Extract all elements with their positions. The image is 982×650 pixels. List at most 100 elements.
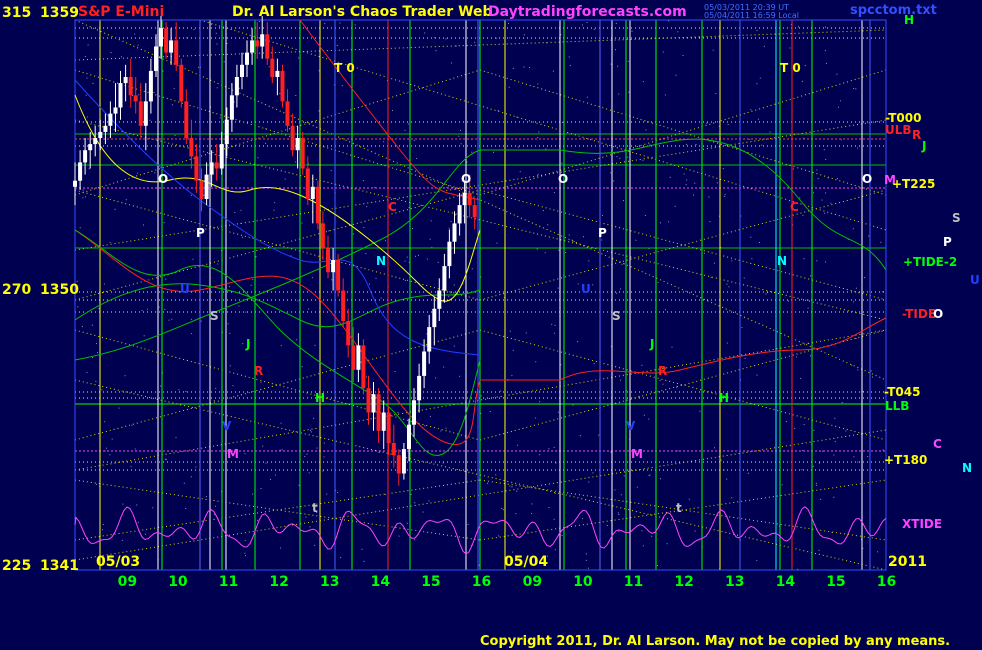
star-dot — [339, 22, 341, 24]
star-dot — [642, 159, 644, 161]
star-dot — [416, 158, 418, 159]
star-dot — [716, 182, 718, 184]
star-dot — [880, 241, 882, 243]
star-dot — [162, 70, 164, 72]
star-dot — [649, 474, 651, 476]
star-dot — [331, 279, 333, 281]
label-j-day1: J — [245, 337, 250, 351]
candle-body — [310, 186, 315, 199]
star-dot — [561, 535, 563, 537]
star-dot — [853, 301, 855, 303]
star-dot — [642, 81, 644, 83]
label-c-day1: C — [388, 200, 397, 214]
star-dot — [238, 87, 240, 89]
star-dot — [815, 482, 817, 484]
star-dot — [190, 318, 192, 320]
star-dot — [662, 383, 664, 385]
star-dot — [817, 178, 819, 180]
star-dot — [659, 379, 661, 381]
star-dot — [664, 94, 666, 96]
star-dot — [158, 306, 160, 308]
label-r-day1: R — [254, 364, 263, 378]
star-dot — [314, 544, 316, 546]
candle-body — [376, 394, 381, 431]
star-dot — [569, 65, 571, 66]
candle-body — [447, 241, 452, 267]
star-dot — [183, 482, 185, 484]
star-dot — [728, 286, 730, 288]
star-dot — [726, 478, 728, 480]
candle-body — [305, 168, 310, 199]
star-dot — [493, 151, 494, 153]
label-r-day2: R — [658, 364, 667, 378]
star-dot — [443, 366, 445, 368]
star-dot — [619, 157, 621, 159]
star-dot — [226, 43, 228, 44]
star-dot — [583, 236, 584, 238]
star-dot — [279, 449, 281, 451]
star-dot — [217, 263, 219, 265]
star-dot — [305, 516, 307, 518]
label-o-day2: O — [558, 172, 568, 186]
star-dot — [109, 241, 111, 243]
star-dot — [557, 287, 559, 289]
star-dot — [620, 379, 621, 381]
star-dot — [592, 472, 594, 474]
star-dot — [92, 82, 94, 84]
star-dot — [804, 65, 806, 66]
star-dot — [250, 284, 252, 286]
label-t0-day1: T 0 — [334, 61, 355, 75]
candle-body — [88, 144, 93, 151]
star-dot — [298, 484, 300, 486]
star-dot — [466, 161, 468, 163]
candle-body — [234, 77, 239, 96]
star-dot — [274, 474, 276, 476]
star-dot — [558, 249, 560, 251]
candle-body — [118, 83, 123, 108]
star-dot — [242, 343, 244, 345]
candle-body — [285, 101, 290, 126]
star-dot — [362, 180, 364, 182]
candle-body — [462, 192, 467, 206]
candle-body — [356, 345, 361, 370]
star-dot — [134, 33, 136, 35]
label-c-day2: C — [790, 200, 799, 214]
star-dot — [628, 91, 630, 93]
star-dot — [685, 184, 687, 186]
star-dot — [121, 56, 122, 58]
star-dot — [553, 332, 555, 334]
star-dot — [617, 65, 619, 67]
candle-body — [113, 107, 118, 114]
star-dot — [77, 306, 79, 308]
star-dot — [435, 50, 437, 52]
x-hour-label: 09 — [523, 574, 542, 590]
label-o-day1: O — [158, 172, 168, 186]
right-label-ulb: ULB — [885, 123, 912, 137]
star-dot — [501, 508, 503, 509]
label-u-day1: U — [180, 282, 190, 296]
star-dot — [308, 472, 310, 474]
star-dot — [437, 261, 439, 263]
star-dot — [618, 93, 620, 95]
star-dot — [111, 438, 113, 440]
star-dot — [153, 92, 155, 93]
y-tick-mid-code: 270 — [2, 282, 31, 298]
candle-body — [108, 113, 113, 126]
candle-body — [391, 443, 396, 456]
star-dot — [648, 418, 650, 420]
star-dot — [126, 144, 127, 146]
star-dot — [857, 461, 859, 463]
star-dot — [410, 493, 412, 495]
star-dot — [81, 326, 83, 327]
star-dot — [105, 447, 107, 449]
star-dot — [857, 147, 859, 149]
star-dot — [519, 171, 521, 173]
star-dot — [623, 475, 625, 477]
star-dot — [279, 93, 281, 95]
star-dot — [562, 121, 563, 123]
star-dot — [516, 116, 518, 118]
candle-body — [300, 138, 305, 169]
star-dot — [185, 391, 187, 392]
label-s-day2: S — [612, 309, 621, 323]
star-dot — [801, 80, 803, 82]
